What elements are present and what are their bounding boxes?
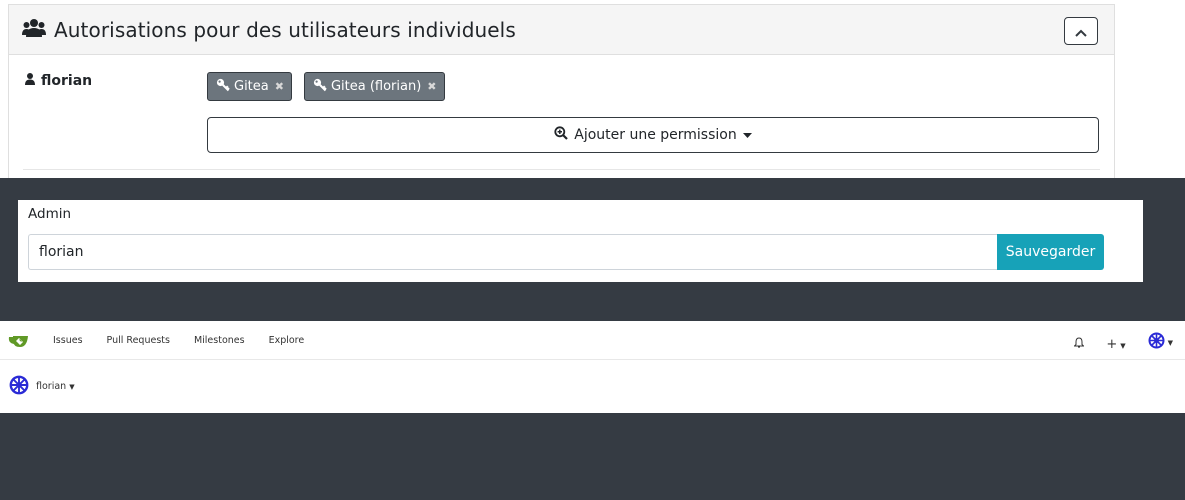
panel-header: Autorisations pour des utilisateurs indi… — [9, 5, 1114, 55]
permission-tag[interactable]: Gitea ✖ — [207, 72, 292, 101]
nav-issues[interactable]: Issues — [53, 335, 83, 346]
gitea-navbar: Issues Pull Requests Milestones Explore … — [0, 321, 1185, 360]
gitea-nav: Issues Pull Requests Milestones Explore — [53, 335, 304, 346]
nav-milestones[interactable]: Milestones — [194, 335, 245, 346]
row-divider — [23, 169, 1100, 170]
key-icon — [313, 78, 327, 96]
panel-title: Autorisations pour des utilisateurs indi… — [54, 17, 516, 42]
user-menu[interactable]: ▼ — [1147, 332, 1173, 353]
add-permission-button[interactable]: Ajouter une permission — [207, 117, 1099, 153]
permission-user-name: florian — [41, 73, 93, 89]
context-user-name: florian — [36, 381, 67, 392]
caret-down-icon — [742, 127, 752, 143]
admin-form-card: Admin Sauvegarder — [18, 200, 1143, 482]
users-icon — [22, 18, 46, 42]
permission-tag[interactable]: Gitea (florian) ✖ — [303, 72, 445, 101]
nav-explore[interactable]: Explore — [269, 335, 305, 346]
user-icon — [25, 73, 35, 89]
context-switcher[interactable]: florian ▼ — [9, 375, 75, 398]
remove-tag-icon[interactable]: ✖ — [427, 80, 436, 93]
admin-input-group: Sauvegarder — [28, 234, 1104, 270]
permission-user: florian — [25, 73, 92, 89]
search-plus-icon — [554, 126, 569, 144]
permission-tag-label: Gitea — [234, 79, 269, 94]
save-button[interactable]: Sauvegarder — [997, 234, 1104, 270]
user-permissions-panel: Autorisations pour des utilisateurs indi… — [8, 4, 1115, 179]
gitea-nav-right: + ▼ ▼ — [1073, 332, 1173, 353]
chevron-up-icon — [1075, 22, 1087, 41]
permission-tags: Gitea ✖ Gitea (florian) ✖ — [207, 72, 445, 101]
caret-down-icon: ▼ — [1167, 338, 1173, 347]
plus-icon: + — [1106, 337, 1118, 352]
create-menu[interactable]: + ▼ — [1106, 333, 1125, 352]
avatar — [1147, 332, 1165, 353]
gitea-header: Issues Pull Requests Milestones Explore … — [0, 321, 1185, 413]
admin-label: Admin — [28, 206, 72, 222]
avatar — [9, 375, 29, 398]
collapse-button[interactable] — [1064, 17, 1098, 45]
caret-down-icon: ▼ — [1120, 342, 1126, 350]
gitea-logo-icon[interactable] — [8, 333, 30, 352]
dark-backdrop — [0, 413, 1185, 500]
admin-user-input[interactable] — [28, 234, 997, 270]
bell-icon[interactable] — [1073, 333, 1086, 352]
caret-down-icon: ▼ — [69, 382, 75, 391]
add-permission-label: Ajouter une permission — [574, 127, 737, 143]
nav-pull-requests[interactable]: Pull Requests — [107, 335, 170, 346]
remove-tag-icon[interactable]: ✖ — [275, 80, 284, 93]
permission-tag-label: Gitea (florian) — [330, 79, 422, 94]
key-icon — [216, 78, 230, 96]
